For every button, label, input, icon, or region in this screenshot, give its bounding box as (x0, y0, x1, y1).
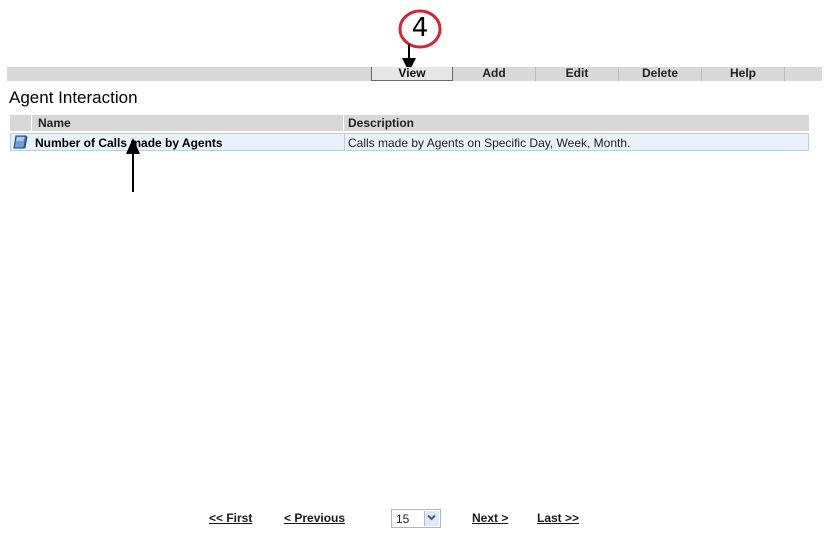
up-arrow-icon (126, 138, 140, 192)
view-button[interactable]: View (371, 67, 453, 81)
toolbar: View Add Edit Delete Help (7, 67, 822, 81)
description-column-header[interactable]: Description (348, 116, 414, 130)
report-description: Calls made by Agents on Specific Day, We… (348, 136, 631, 150)
previous-page-link[interactable]: < Previous (284, 511, 345, 525)
delete-button[interactable]: Delete (619, 67, 702, 81)
table-header: Name Description (10, 115, 809, 131)
name-column-header[interactable]: Name (38, 116, 71, 130)
icon-column-header (10, 115, 32, 131)
page-size-select[interactable]: 15 (391, 509, 441, 528)
next-page-link[interactable]: Next > (472, 511, 508, 525)
add-button[interactable]: Add (453, 67, 536, 81)
column-divider (344, 134, 345, 150)
last-page-link[interactable]: Last >> (537, 511, 579, 525)
page-size-value: 15 (396, 512, 410, 526)
report-page: 4 View Add Edit Delete Help Agent Intera… (0, 0, 827, 544)
book-icon (13, 135, 28, 149)
column-divider (343, 115, 344, 131)
help-button[interactable]: Help (702, 67, 785, 81)
chevron-down-icon[interactable] (424, 511, 439, 526)
page-title: Agent Interaction (9, 88, 138, 107)
first-page-link[interactable]: << First (209, 511, 252, 525)
edit-button[interactable]: Edit (536, 67, 619, 81)
